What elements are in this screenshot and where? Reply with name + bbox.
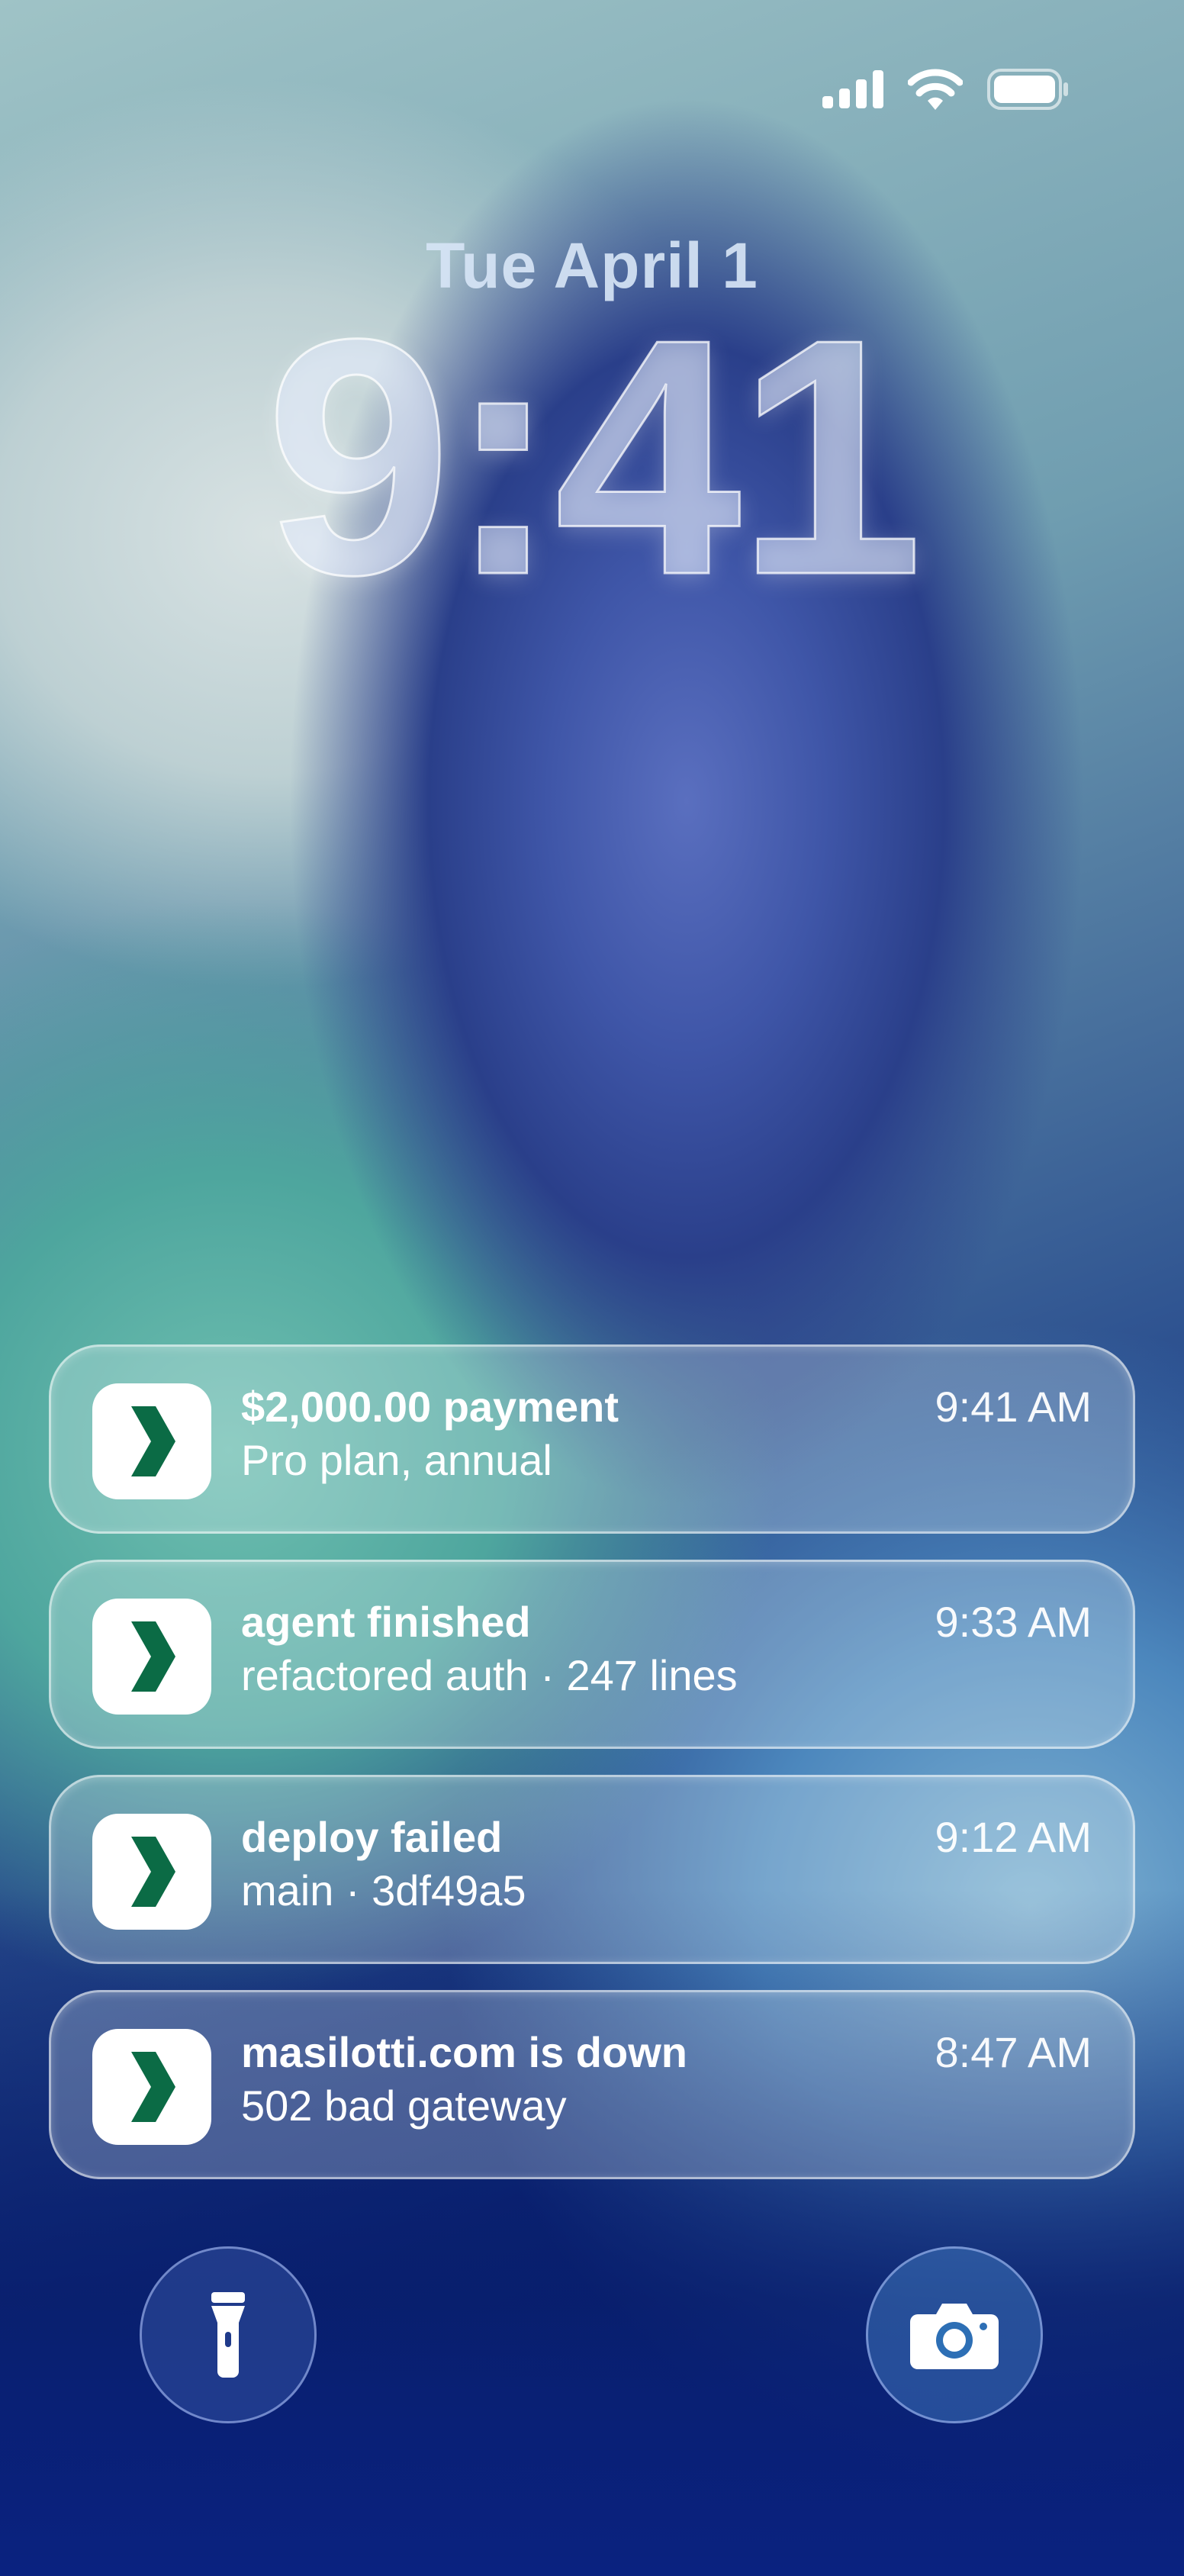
notification-time: 8:47 AM	[935, 2028, 1092, 2076]
lock-screen-clock: 9:41	[264, 270, 925, 645]
status-bar	[822, 69, 1070, 110]
wifi-icon	[908, 69, 963, 110]
app-icon	[92, 2029, 211, 2145]
chevron-right-icon	[131, 1837, 175, 1907]
chevron-right-icon	[131, 1406, 175, 1476]
notification-body: refactored auth · 247 lines	[241, 1651, 738, 1699]
app-icon	[92, 1814, 211, 1930]
notification-card[interactable]: agent finished refactored auth · 247 lin…	[49, 1560, 1135, 1749]
chevron-right-icon	[131, 2052, 175, 2122]
notification-title: masilotti.com is down	[241, 2028, 687, 2076]
notification-card[interactable]: deploy failed main · 3df49a5 9:12 AM	[49, 1775, 1135, 1964]
notification-time: 9:33 AM	[935, 1598, 1092, 1646]
notification-body: main · 3df49a5	[241, 1866, 526, 1914]
notification-time: 9:41 AM	[935, 1383, 1092, 1431]
notification-title: agent finished	[241, 1598, 531, 1646]
flashlight-button[interactable]	[140, 2246, 317, 2423]
app-icon	[92, 1383, 211, 1499]
notification-title: deploy failed	[241, 1813, 503, 1861]
flashlight-icon	[211, 2292, 245, 2378]
cellular-signal-icon	[822, 70, 883, 108]
notification-time: 9:12 AM	[935, 1813, 1092, 1861]
notification-title: $2,000.00 payment	[241, 1383, 619, 1431]
notification-body: Pro plan, annual	[241, 1436, 552, 1484]
notification-card[interactable]: masilotti.com is down 502 bad gateway 8:…	[49, 1990, 1135, 2179]
notification-card[interactable]: $2,000.00 payment Pro plan, annual 9:41 …	[49, 1344, 1135, 1534]
battery-icon	[987, 69, 1068, 110]
notification-stack: $2,000.00 payment Pro plan, annual 9:41 …	[49, 1344, 1135, 2205]
camera-button[interactable]	[866, 2246, 1043, 2423]
app-icon	[92, 1599, 211, 1715]
camera-icon	[910, 2304, 999, 2369]
chevron-right-icon	[131, 1621, 175, 1692]
notification-body: 502 bad gateway	[241, 2082, 567, 2130]
